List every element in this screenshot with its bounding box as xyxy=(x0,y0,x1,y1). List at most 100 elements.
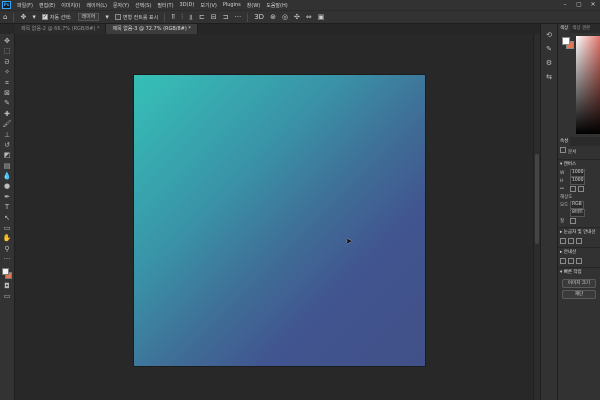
eyedropper-icon[interactable]: ✎ xyxy=(1,98,13,108)
maximize-icon[interactable]: ▢ xyxy=(572,0,586,10)
menu-3d[interactable]: 3D(D) xyxy=(177,2,198,8)
more-options-icon[interactable]: ··· xyxy=(235,13,242,21)
tab-document-3[interactable]: 제목 없음-3 @ 72.7% (RGB/8#) * xyxy=(106,24,198,34)
document-canvas[interactable] xyxy=(134,75,425,366)
path-selection-icon[interactable]: ↖ xyxy=(1,213,13,223)
eraser-tool-icon[interactable]: ◩ xyxy=(1,150,13,160)
rulers-section-header[interactable]: ▸ 눈금자 및 안내선 xyxy=(558,227,600,237)
align-left-icon[interactable]: ⊏ xyxy=(199,13,205,21)
hand-tool-icon[interactable]: ✋ xyxy=(1,233,13,243)
transform-controls-option[interactable]: 변형 컨트롤 표시 xyxy=(114,14,158,21)
zoom-tool-icon[interactable]: ⚲ xyxy=(1,244,13,254)
dodge-tool-icon[interactable]: ● xyxy=(1,181,13,191)
grid-icon[interactable] xyxy=(568,238,574,244)
auto-select-option[interactable]: ✓ 자동 선택: xyxy=(41,14,72,21)
pen-tool-icon[interactable]: ✒ xyxy=(1,192,13,202)
auto-select-dropdown[interactable]: 레이어 xyxy=(77,13,100,21)
blur-tool-icon[interactable]: 💧 xyxy=(1,171,13,181)
adjustments-icon[interactable]: ⚙ xyxy=(543,57,555,69)
align-top-icon[interactable]: ⫪ xyxy=(171,13,175,22)
color-panel-swatches[interactable] xyxy=(562,37,574,49)
character-icon[interactable]: ⇆ xyxy=(543,71,555,83)
more-tools-icon[interactable]: ··· xyxy=(1,254,13,264)
vertical-scrollbar[interactable] xyxy=(533,34,540,400)
move-tool-icon[interactable]: ✥ xyxy=(20,13,26,21)
3d-orbit-icon[interactable]: ⊛ xyxy=(270,13,276,21)
tab-properties[interactable]: 속성 xyxy=(558,137,571,146)
type-tool-icon[interactable]: T xyxy=(1,202,13,212)
width-input[interactable]: 1000 xyxy=(570,169,586,177)
brush-settings-icon[interactable]: ✎ xyxy=(543,43,555,55)
menu-plugins[interactable]: Plugins xyxy=(220,2,244,8)
quick-mask-icon[interactable]: ◘ xyxy=(1,281,13,291)
menu-layer[interactable]: 레이어(L) xyxy=(83,2,110,9)
portrait-icon[interactable] xyxy=(570,186,576,192)
foreground-color[interactable] xyxy=(562,37,570,45)
auto-select-checkbox[interactable]: ✓ xyxy=(41,14,48,20)
landscape-icon[interactable] xyxy=(578,186,584,192)
height-input[interactable]: 1000 xyxy=(570,177,586,185)
history-brush-icon[interactable]: ↺ xyxy=(1,140,13,150)
scrollbar-thumb[interactable] xyxy=(535,154,539,244)
menu-window[interactable]: 창(W) xyxy=(244,2,263,9)
menu-help[interactable]: 도움말(H) xyxy=(263,2,290,9)
fill-swatch[interactable] xyxy=(570,218,576,224)
tab-color[interactable]: 색상 xyxy=(558,24,571,33)
height-row: H 1000 xyxy=(558,177,600,185)
menu-image[interactable]: 이미지(I) xyxy=(58,2,83,9)
guide-layout-icon[interactable] xyxy=(560,258,566,264)
bits-dropdown[interactable]: 8비트 xyxy=(570,209,586,217)
3d-slide-icon[interactable]: ⇔ xyxy=(306,13,312,21)
screen-mode-icon[interactable]: ▭ xyxy=(1,291,13,301)
ruler-icon[interactable] xyxy=(560,238,566,244)
align-middle-icon[interactable]: ⫶ xyxy=(181,13,183,22)
link-icon[interactable]: ⚯ xyxy=(560,187,570,192)
home-icon[interactable]: ⌂ xyxy=(3,13,7,21)
menu-select[interactable]: 선택(S) xyxy=(132,2,154,9)
menu-filter[interactable]: 필터(T) xyxy=(154,2,176,9)
align-center-icon[interactable]: ⊟ xyxy=(211,13,217,21)
history-icon[interactable]: ⟲ xyxy=(543,29,555,41)
close-icon[interactable]: ✕ xyxy=(586,0,600,10)
brush-tool-icon[interactable]: 🖌 xyxy=(1,119,13,129)
color-picker-field[interactable] xyxy=(576,36,600,134)
color-swatches[interactable] xyxy=(1,267,13,281)
healing-brush-icon[interactable]: ✚ xyxy=(1,109,13,119)
align-right-icon[interactable]: ⊐ xyxy=(223,13,229,21)
canvas-section-header[interactable]: ▾ 캔버스 xyxy=(558,159,600,169)
canvas-workspace[interactable]: ➤ xyxy=(15,34,533,400)
frame-tool-icon[interactable]: ⊠ xyxy=(1,88,13,98)
lasso-tool-icon[interactable]: ᘐ xyxy=(1,57,13,67)
gradient-tool-icon[interactable]: ▤ xyxy=(1,161,13,171)
guides-icon[interactable] xyxy=(576,238,582,244)
menu-type[interactable]: 문자(Y) xyxy=(110,2,132,9)
move-tool-icon[interactable]: ✥ xyxy=(1,36,13,46)
quick-actions-header[interactable]: ▾ 빠른 작업 xyxy=(558,267,600,277)
guides-section-header[interactable]: ▸ 안내선 xyxy=(558,247,600,257)
mode-dropdown[interactable]: RGB xyxy=(570,201,584,209)
chevron-down-icon[interactable]: ▾ xyxy=(105,13,109,21)
menu-view[interactable]: 보기(V) xyxy=(197,2,220,9)
crop-tool-icon[interactable]: ⌗ xyxy=(1,78,13,88)
guide-new-icon[interactable] xyxy=(568,258,574,264)
menu-file[interactable]: 파일(F) xyxy=(14,2,36,9)
tab-document-2[interactable]: 제목 없음-2 @ 66.7% (RGB/8#) * xyxy=(15,24,107,34)
marquee-tool-icon[interactable]: ⬚ xyxy=(1,46,13,56)
minimize-icon[interactable]: – xyxy=(558,0,572,10)
align-bottom-icon[interactable]: ⫫ xyxy=(189,13,193,22)
stamp-tool-icon[interactable]: ⊥ xyxy=(1,130,13,140)
options-bar: ⌂ ✥ ▾ ✓ 자동 선택: 레이어 ▾ 변형 컨트롤 표시 ⫪ ⫶ ⫫ ⊏ ⊟… xyxy=(0,10,600,24)
trim-button[interactable]: 재단 xyxy=(562,290,596,299)
transform-controls-checkbox[interactable] xyxy=(114,14,121,20)
3d-pan-icon[interactable]: ✣ xyxy=(294,13,300,21)
tab-swatches[interactable]: 색상 견본 xyxy=(570,24,592,33)
3d-camera-icon[interactable]: ▣ xyxy=(318,13,325,21)
rectangle-tool-icon[interactable]: ▭ xyxy=(1,223,13,233)
chevron-down-icon[interactable]: ▾ xyxy=(32,13,36,21)
image-size-button[interactable]: 이미지 크기 xyxy=(562,279,596,288)
magic-wand-icon[interactable]: ✧ xyxy=(1,67,13,77)
menu-edit[interactable]: 편집(E) xyxy=(36,2,58,9)
3d-rotate-icon[interactable]: ◎ xyxy=(282,13,288,21)
foreground-color[interactable] xyxy=(2,267,9,275)
guide-clear-icon[interactable] xyxy=(576,258,582,264)
